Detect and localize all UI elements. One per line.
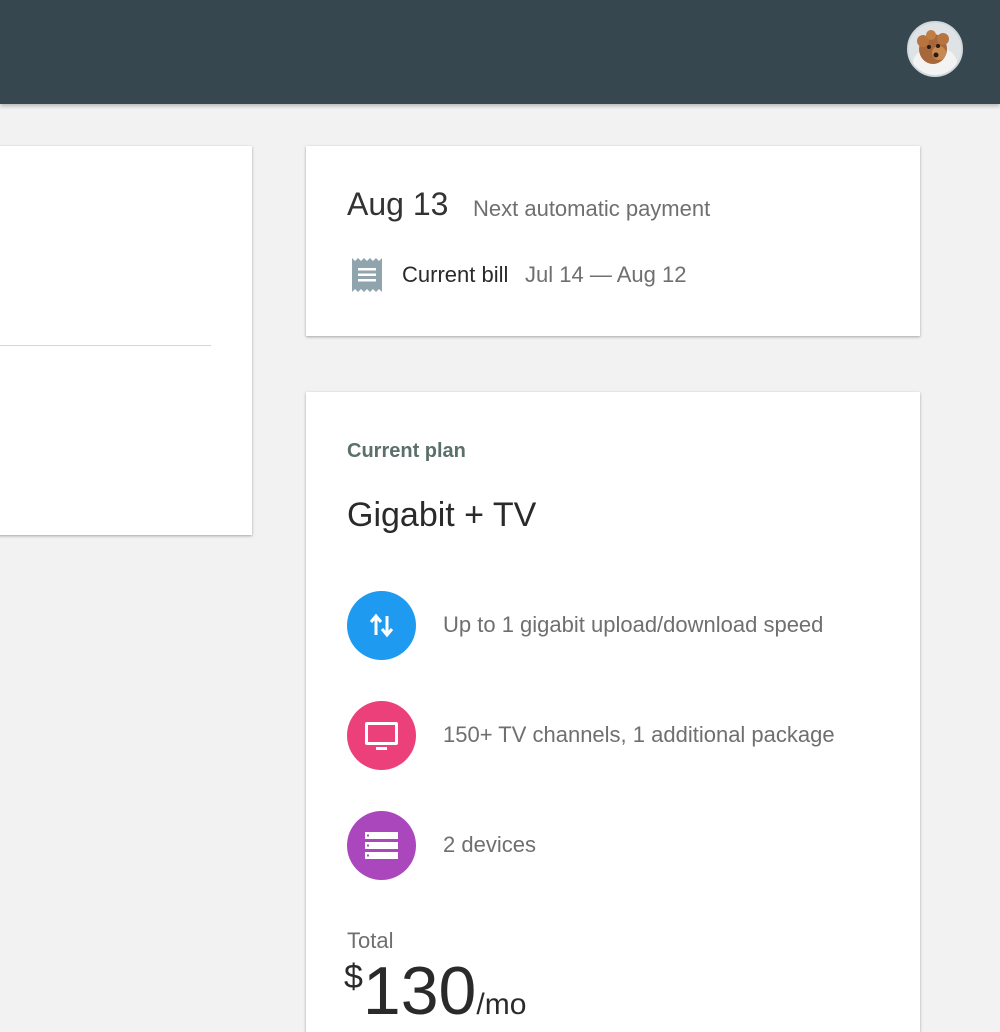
payment-card: Aug 13 Next automatic payment Current bi… (306, 146, 920, 336)
current-bill-range: Jul 14 — Aug 12 (525, 262, 687, 287)
feature-tv-text: 150+ TV channels, 1 additional package (443, 722, 835, 747)
dog-avatar-image (909, 23, 961, 75)
tv-icon (347, 701, 416, 770)
devices-icon (347, 811, 416, 880)
current-bill-link[interactable]: Current bill (402, 262, 508, 288)
current-plan-card: Current plan Gigabit + TV Up to 1 gigabi… (306, 392, 920, 1032)
feature-tv: 150+ TV channels, 1 additional package (347, 701, 907, 771)
avatar[interactable] (907, 21, 963, 77)
currency-symbol: $ (344, 958, 363, 996)
app-header (0, 0, 1000, 104)
price-period: /mo (476, 988, 527, 1021)
upload-download-icon (347, 591, 416, 660)
price-value: 130 (362, 953, 477, 1029)
feature-devices-text: 2 devices (443, 832, 536, 857)
left-card (0, 146, 252, 535)
divider (0, 345, 211, 346)
current-plan-heading: Current plan (347, 440, 466, 462)
next-payment-label: Next automatic payment (473, 196, 711, 221)
receipt-icon (351, 258, 383, 292)
feature-speed: Up to 1 gigabit upload/download speed (347, 591, 907, 661)
next-payment-date: Aug 13 (347, 186, 449, 222)
total-amount: $130/mo (344, 952, 526, 1030)
plan-name: Gigabit + TV (347, 496, 537, 534)
feature-speed-text: Up to 1 gigabit upload/download speed (443, 612, 824, 637)
feature-devices: 2 devices (347, 811, 907, 881)
total-label: Total (347, 928, 394, 953)
